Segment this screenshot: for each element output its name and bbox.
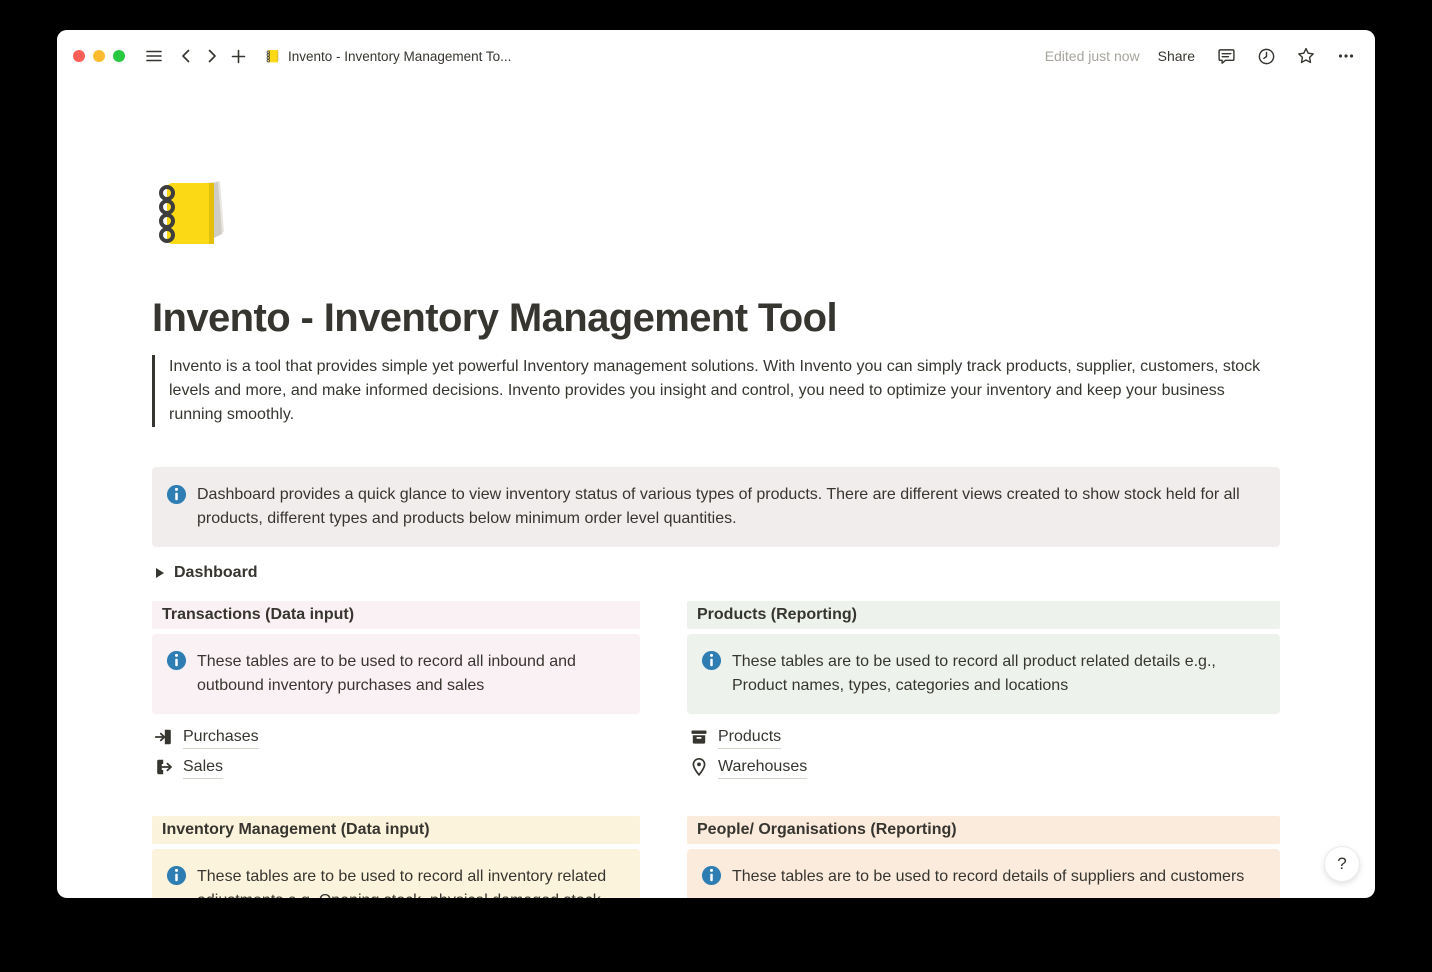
info-icon (701, 865, 722, 894)
transactions-callout: These tables are to be used to record al… (152, 634, 640, 714)
link-label[interactable]: Sales (183, 756, 223, 779)
traffic-lights (73, 50, 125, 62)
info-icon (166, 650, 187, 698)
location-pin-icon (689, 757, 709, 777)
edited-status: Edited just now (1045, 48, 1140, 64)
sidebar-menu-icon[interactable] (141, 43, 167, 69)
new-tab-icon[interactable] (225, 43, 251, 69)
people-organisations-callout: These tables are to be used to record de… (687, 849, 1280, 898)
section-header-inventory-management: Inventory Management (Data input) (152, 816, 640, 844)
page-link-warehouses[interactable]: Warehouses (687, 752, 1280, 782)
favorite-star-icon[interactable] (1293, 43, 1319, 69)
section-title: People/ Organisations (Reporting) (689, 821, 957, 838)
zoom-window-button[interactable] (113, 50, 125, 62)
forward-icon[interactable] (199, 43, 225, 69)
info-icon (166, 484, 187, 531)
close-window-button[interactable] (73, 50, 85, 62)
section-header-people-organisations: People/ Organisations (Reporting) (687, 816, 1280, 844)
dashboard-callout: Dashboard provides a quick glance to vie… (152, 467, 1280, 547)
titlebar: Invento - Inventory Management To... Edi… (57, 30, 1375, 82)
section-title: Inventory Management (Data input) (154, 821, 430, 838)
comments-icon[interactable] (1213, 43, 1239, 69)
link-label[interactable]: Warehouses (718, 756, 807, 779)
info-icon (166, 865, 187, 898)
ledger-icon (265, 48, 281, 64)
columns-row-2: Inventory Management (Data input) These … (152, 816, 1280, 898)
products-section: Products (Reporting) These tables are to… (687, 601, 1280, 782)
toggle-triangle-icon[interactable] (156, 568, 164, 578)
dashboard-toggle-label: Dashboard (174, 564, 258, 582)
dashboard-toggle[interactable]: Dashboard (152, 561, 1280, 585)
page-title: Invento - Inventory Management Tool (152, 296, 1280, 341)
quote-block: Invento is a tool that provides simple y… (152, 355, 1266, 427)
inventory-management-section: Inventory Management (Data input) These … (152, 816, 640, 898)
products-callout: These tables are to be used to record al… (687, 634, 1280, 714)
minimize-window-button[interactable] (93, 50, 105, 62)
help-button[interactable]: ? (1324, 846, 1360, 882)
page-link-sales[interactable]: Sales (152, 752, 640, 782)
page-icon-ledger[interactable] (152, 172, 230, 250)
people-organisations-section: People/ Organisations (Reporting) These … (687, 816, 1280, 898)
share-button[interactable]: Share (1154, 46, 1199, 66)
page-link-products[interactable]: Products (687, 722, 1280, 752)
dashboard-callout-text: Dashboard provides a quick glance to vie… (197, 483, 1264, 531)
callout-text: These tables are to be used to record al… (732, 650, 1264, 698)
link-label[interactable]: Purchases (183, 726, 259, 749)
link-label[interactable]: Products (718, 726, 781, 749)
door-enter-icon (154, 727, 174, 747)
page-link-purchases[interactable]: Purchases (152, 722, 640, 752)
more-options-icon[interactable] (1333, 43, 1359, 69)
callout-text: These tables are to be used to record al… (197, 865, 624, 898)
back-icon[interactable] (173, 43, 199, 69)
columns-row-1: Transactions (Data input) These tables a… (152, 601, 1280, 782)
callout-text: These tables are to be used to record al… (197, 650, 624, 698)
callout-text: These tables are to be used to record de… (732, 865, 1244, 894)
section-title: Products (Reporting) (689, 606, 857, 623)
app-window: Invento - Inventory Management To... Edi… (57, 30, 1375, 898)
archive-box-icon (689, 727, 709, 747)
tab-title-label: Invento - Inventory Management To... (288, 49, 511, 64)
tab-title[interactable]: Invento - Inventory Management To... (265, 48, 511, 64)
page-content: Invento - Inventory Management Tool Inve… (57, 82, 1375, 898)
history-clock-icon[interactable] (1253, 43, 1279, 69)
transactions-section: Transactions (Data input) These tables a… (152, 601, 640, 782)
door-exit-icon (154, 757, 174, 777)
section-title: Transactions (Data input) (154, 606, 354, 623)
info-icon (701, 650, 722, 698)
inventory-management-callout: These tables are to be used to record al… (152, 849, 640, 898)
section-header-transactions: Transactions (Data input) (152, 601, 640, 629)
section-header-products: Products (Reporting) (687, 601, 1280, 629)
